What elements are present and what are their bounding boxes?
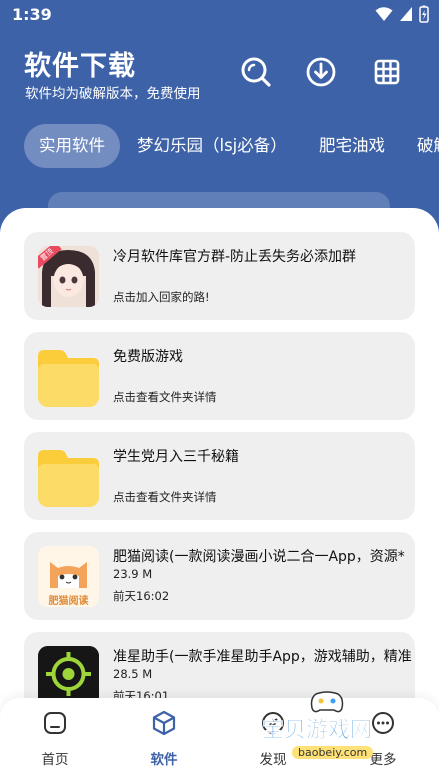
item-subtitle: 点击查看文件夹详情 (113, 390, 217, 404)
item-subtitle: 点击加入回家的路! (113, 290, 210, 304)
page-subtitle: 软件均为破解版本，免费使用 (25, 86, 201, 102)
watermark-url: baobeiy.com (292, 746, 374, 759)
grid-icon (374, 59, 400, 85)
search-icon (241, 57, 271, 87)
item-title: 学生党月入三千秘籍 (113, 449, 239, 465)
tab-fantasy-park[interactable]: 梦幻乐园（lsj必备） (122, 124, 302, 168)
tab-otaku-games[interactable]: 肥宅油戏 (304, 124, 400, 168)
nav-home[interactable]: 首页 (20, 710, 90, 768)
item-title: 冷月软件库官方群-防止丢失务必添加群 (113, 249, 357, 265)
nav-software[interactable]: 软件 (129, 710, 199, 768)
item-title: 准星助手(一款手准星助手App，游戏辅助，精准 (113, 649, 412, 665)
item-size: 23.9 M (113, 567, 153, 581)
nav-home-label: 首页 (41, 752, 69, 768)
watermark-logo: 宝贝游戏网 baobeiy.com (252, 690, 402, 774)
list-item[interactable]: 学生党月入三千秘籍 点击查看文件夹详情 (24, 432, 415, 520)
cat-app-icon-text: 肥猫阅读 (48, 596, 89, 607)
status-time: 1:39 (12, 5, 52, 24)
signal-icon (400, 7, 412, 21)
tab-cracked[interactable]: 破解 (402, 124, 439, 168)
nav-software-label: 软件 (150, 752, 178, 768)
battery-icon (419, 5, 429, 23)
download-icon (306, 57, 336, 87)
system-icons (375, 5, 429, 23)
item-title: 免费版游戏 (113, 349, 183, 365)
item-date: 前天16:02 (113, 589, 170, 603)
list-item[interactable]: 免费版游戏 点击查看文件夹详情 (24, 332, 415, 420)
app-header: 软件下载 软件均为破解版本，免费使用 (0, 30, 439, 120)
item-size: 28.5 M (113, 667, 153, 681)
wifi-icon (375, 7, 393, 21)
item-subtitle: 点击查看文件夹详情 (113, 490, 217, 504)
home-icon (44, 712, 66, 734)
status-bar: 1:39 (0, 0, 439, 30)
gamepad-icon (310, 691, 344, 713)
watermark-text: 宝贝游戏网 (262, 718, 373, 744)
list-item[interactable]: 肥猫阅读 肥猫阅读(一款阅读漫画小说二合一App，资源* 23.9 M 前天16… (24, 532, 415, 620)
search-button[interactable] (238, 54, 274, 90)
category-tabs: 实用软件 梦幻乐园（lsj必备） 肥宅油戏 破解 (0, 124, 439, 170)
anime-girl-avatar: 置顶 (38, 246, 99, 307)
cat-app-icon: 肥猫阅读 (38, 546, 99, 607)
folder-icon (38, 446, 99, 507)
grid-view-button[interactable] (369, 54, 405, 90)
item-title: 肥猫阅读(一款阅读漫画小说二合一App，资源* (113, 549, 405, 565)
tab-utility-software[interactable]: 实用软件 (24, 124, 120, 168)
list-item[interactable]: 置顶 冷月软件库官方群-防止丢失务必添加群 点击加入回家的路! (24, 232, 415, 320)
box-icon (152, 710, 176, 736)
folder-icon (38, 346, 99, 407)
page-title: 软件下载 (24, 51, 136, 82)
download-button[interactable] (303, 54, 339, 90)
